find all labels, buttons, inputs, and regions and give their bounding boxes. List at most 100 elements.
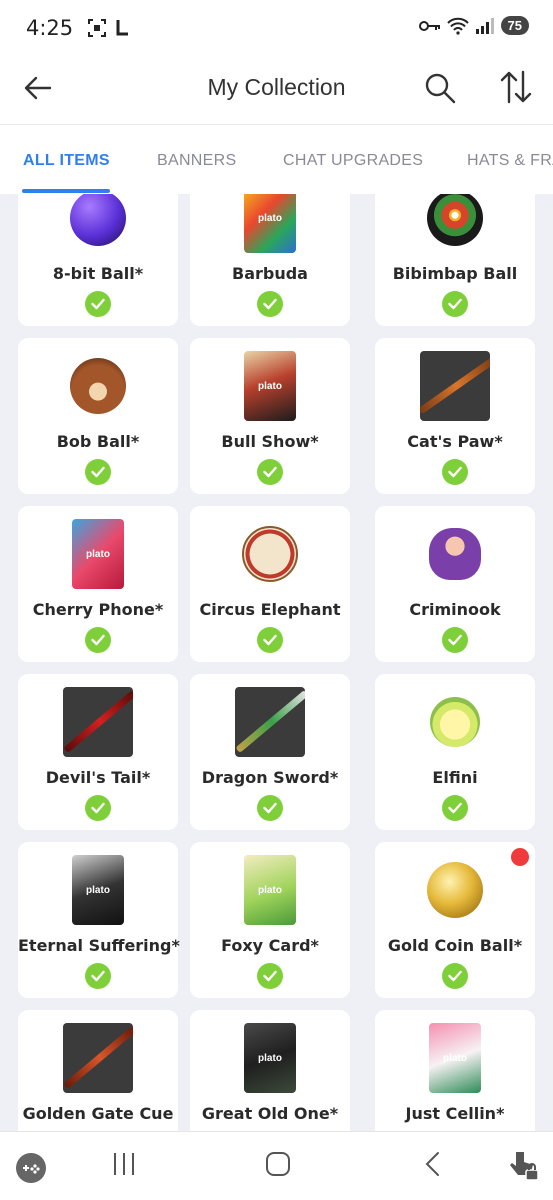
collection-item[interactable]: Bob Ball*	[18, 338, 178, 494]
ball-icon	[419, 854, 491, 926]
collection-item[interactable]: plato Bull Show*	[190, 338, 350, 494]
collection-item[interactable]: Golden Gate Cue	[18, 1010, 178, 1131]
system-nav-bar	[0, 1131, 553, 1200]
item-name: Bob Ball*	[56, 432, 140, 451]
touch-lock-icon[interactable]	[506, 1148, 540, 1182]
new-badge	[511, 848, 529, 866]
cue-icon	[419, 350, 491, 422]
active-tab-indicator	[22, 189, 110, 193]
owned-check-icon	[257, 291, 283, 317]
collection-item[interactable]: Elfini	[375, 674, 535, 830]
home-icon[interactable]	[265, 1150, 291, 1178]
status-system-icons: 75	[418, 16, 529, 35]
card-brand-label: plato	[258, 380, 282, 392]
item-name: Foxy Card*	[221, 936, 319, 955]
owned-check-icon	[257, 963, 283, 989]
recent-apps-icon[interactable]	[112, 1150, 136, 1178]
card-icon: plato	[234, 854, 306, 926]
collection-item[interactable]: plato Foxy Card*	[190, 842, 350, 998]
item-name: Just Cellin*	[405, 1104, 505, 1123]
item-name: Great Old One*	[201, 1104, 339, 1123]
status-notification-icons	[87, 18, 131, 38]
collection-item[interactable]: Circus Elephant	[190, 506, 350, 662]
app-bar: My Collection	[0, 56, 553, 124]
screenshot-icon	[88, 19, 107, 37]
item-name: Cat's Paw*	[407, 432, 503, 451]
item-name: Golden Gate Cue	[22, 1104, 174, 1123]
owned-check-icon	[257, 627, 283, 653]
card-icon: plato	[234, 350, 306, 422]
character-icon	[419, 686, 491, 758]
owned-check-icon	[85, 291, 111, 317]
card-brand-label: plato	[86, 884, 110, 896]
category-tabs: ALL ITEMS BANNERS CHAT UPGRADES HATS & F…	[0, 124, 553, 194]
card-brand-label: plato	[258, 212, 282, 224]
search-icon[interactable]	[424, 72, 456, 104]
status-time: 4:25	[26, 16, 74, 40]
card-icon: plato	[62, 854, 134, 926]
item-name: Cherry Phone*	[32, 600, 164, 619]
card-brand-label: plato	[258, 884, 282, 896]
ball-icon	[62, 350, 134, 422]
item-name: Dragon Sword*	[201, 768, 339, 787]
item-name: Criminook	[409, 600, 501, 619]
owned-check-icon	[85, 795, 111, 821]
collection-item[interactable]: 8-bit Ball*	[18, 194, 178, 326]
owned-check-icon	[257, 795, 283, 821]
game-launcher-icon[interactable]	[15, 1152, 47, 1184]
collection-item[interactable]: Gold Coin Ball*	[375, 842, 535, 998]
cue-icon	[234, 686, 306, 758]
status-bar: 4:25 75	[0, 0, 553, 56]
back-nav-icon[interactable]	[422, 1150, 442, 1178]
item-name: Devil's Tail*	[45, 768, 151, 787]
owned-check-icon	[442, 291, 468, 317]
battery-indicator: 75	[500, 16, 529, 35]
item-name: Barbuda	[232, 264, 308, 283]
card-brand-label: plato	[86, 548, 110, 560]
card-brand-label: plato	[258, 1052, 282, 1064]
owned-check-icon	[85, 963, 111, 989]
character-icon	[419, 518, 491, 590]
sort-icon[interactable]	[500, 70, 532, 104]
collection-item[interactable]: plato Great Old One*	[190, 1010, 350, 1131]
collection-item[interactable]: Devil's Tail*	[18, 674, 178, 830]
collection-item[interactable]: plato Eternal Suffering*	[18, 842, 180, 998]
owned-check-icon	[257, 459, 283, 485]
collection-item[interactable]: plato Cherry Phone*	[18, 506, 178, 662]
owned-check-icon	[442, 459, 468, 485]
card-icon: plato	[62, 518, 134, 590]
owned-check-icon	[85, 627, 111, 653]
collection-item[interactable]: Cat's Paw*	[375, 338, 535, 494]
signal-icon	[475, 17, 494, 34]
collection-item[interactable]: Dragon Sword*	[190, 674, 350, 830]
owned-check-icon	[442, 963, 468, 989]
tab-all-items[interactable]: ALL ITEMS	[23, 152, 110, 170]
tab-chat-upgrades[interactable]: CHAT UPGRADES	[283, 152, 423, 170]
page-title: My Collection	[207, 74, 346, 100]
tab-banners[interactable]: BANNERS	[157, 152, 236, 170]
card-icon: plato	[234, 1022, 306, 1094]
wifi-icon	[446, 17, 469, 35]
collection-item[interactable]: plato Just Cellin*	[375, 1010, 535, 1131]
owned-check-icon	[85, 459, 111, 485]
collection-item[interactable]: Bibimbap Ball	[375, 194, 535, 326]
collection-grid: 8-bit Ball* plato Barbuda Bibimbap Ball …	[0, 194, 553, 1131]
item-name: Eternal Suffering*	[18, 936, 180, 955]
card-icon: plato	[419, 1022, 491, 1094]
collection-item[interactable]: Criminook	[375, 506, 535, 662]
card-icon: plato	[234, 194, 306, 254]
tab-hats-frames[interactable]: HATS & FRA	[467, 152, 553, 170]
owned-check-icon	[442, 795, 468, 821]
cue-icon	[62, 1022, 134, 1094]
item-name: Elfini	[432, 768, 478, 787]
collection-item[interactable]: plato Barbuda	[190, 194, 350, 326]
vpn-key-icon	[418, 20, 440, 31]
item-name: Circus Elephant	[199, 600, 341, 619]
item-name: Bull Show*	[221, 432, 319, 451]
item-name: Gold Coin Ball*	[387, 936, 523, 955]
ball-icon	[419, 194, 491, 254]
ball-icon	[62, 194, 134, 254]
app-l-icon	[116, 20, 129, 36]
elephant-icon	[234, 518, 306, 590]
cue-icon	[62, 686, 134, 758]
